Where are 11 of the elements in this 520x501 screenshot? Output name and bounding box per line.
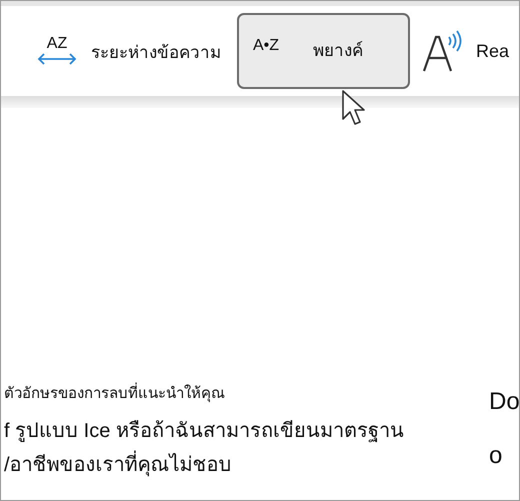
syllables-button[interactable]: A•Z พยางค์ (237, 13, 410, 89)
caption-text: ตัวอักษรของการลบที่แนะนำให้คุณ (4, 374, 479, 414)
body-text: o (489, 441, 504, 471)
text-spacing-button[interactable]: AZ ระยะห่างข้อความ (27, 13, 231, 89)
syllables-icon: A•Z (253, 37, 280, 55)
read-aloud-icon (422, 29, 464, 73)
body-text: /อาชีพของเราที่คุณไม่ชอบ (4, 448, 479, 482)
cursor-icon (341, 89, 367, 127)
read-aloud-button[interactable]: Rea (416, 13, 519, 89)
body-text: f รูปแบบ Ice หรือถ้าฉันสามารถเขียนมาตรฐาน (4, 419, 405, 444)
heading-text: Do (489, 387, 519, 417)
